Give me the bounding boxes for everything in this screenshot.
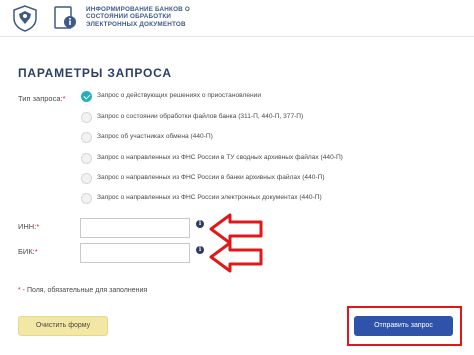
inn-info-icon[interactable]: i	[196, 220, 204, 228]
radio-option-suspension-decisions[interactable]: Запрос о действующих решениях о приостан…	[81, 91, 401, 103]
required-fields-note: * - Поля, обязательные для заполнения	[18, 287, 148, 294]
radio-icon[interactable]	[81, 132, 92, 143]
radio-icon[interactable]	[81, 193, 92, 204]
radio-option-file-processing-status[interactable]: Запрос о состоянии обработки файлов банк…	[81, 112, 401, 124]
clear-form-button[interactable]: Очистить форму	[18, 316, 108, 336]
bik-input[interactable]	[80, 243, 190, 263]
radio-option-exchange-participants[interactable]: Запрос об участниках обмена (440-П)	[81, 132, 401, 144]
header-divider	[0, 36, 474, 37]
radio-option-electronic-documents[interactable]: Запрос о направленных из ФНС России элек…	[81, 193, 401, 205]
page-title: ПАРАМЕТРЫ ЗАПРОСА	[18, 66, 172, 80]
site-header: ИНФОРМИРОВАНИЕ БАНКОВ О СОСТОЯНИИ ОБРАБО…	[0, 0, 474, 36]
bik-label: БИК:*	[18, 247, 38, 256]
submit-request-button[interactable]: Отправить запрос	[354, 316, 453, 336]
radio-checked-icon[interactable]	[81, 91, 92, 102]
inn-input[interactable]	[80, 218, 190, 238]
radio-icon[interactable]	[81, 153, 92, 164]
request-type-label: Тип запроса:*	[18, 94, 66, 103]
radio-option-tu-archive-files[interactable]: Запрос о направленных из ФНС России в ТУ…	[81, 153, 401, 165]
annotation-arrow-bik-icon	[209, 241, 263, 273]
radio-icon[interactable]	[81, 112, 92, 123]
radio-option-bank-archive-files[interactable]: Запрос о направленных из ФНС России в ба…	[81, 173, 401, 185]
bik-info-icon[interactable]: i	[196, 246, 204, 254]
fns-eagle-emblem-icon	[13, 5, 37, 32]
document-info-icon	[54, 6, 76, 29]
inn-label: ИНН:*	[18, 222, 40, 231]
logo-title: ИНФОРМИРОВАНИЕ БАНКОВ О СОСТОЯНИИ ОБРАБО…	[86, 6, 190, 28]
radio-icon[interactable]	[81, 173, 92, 184]
